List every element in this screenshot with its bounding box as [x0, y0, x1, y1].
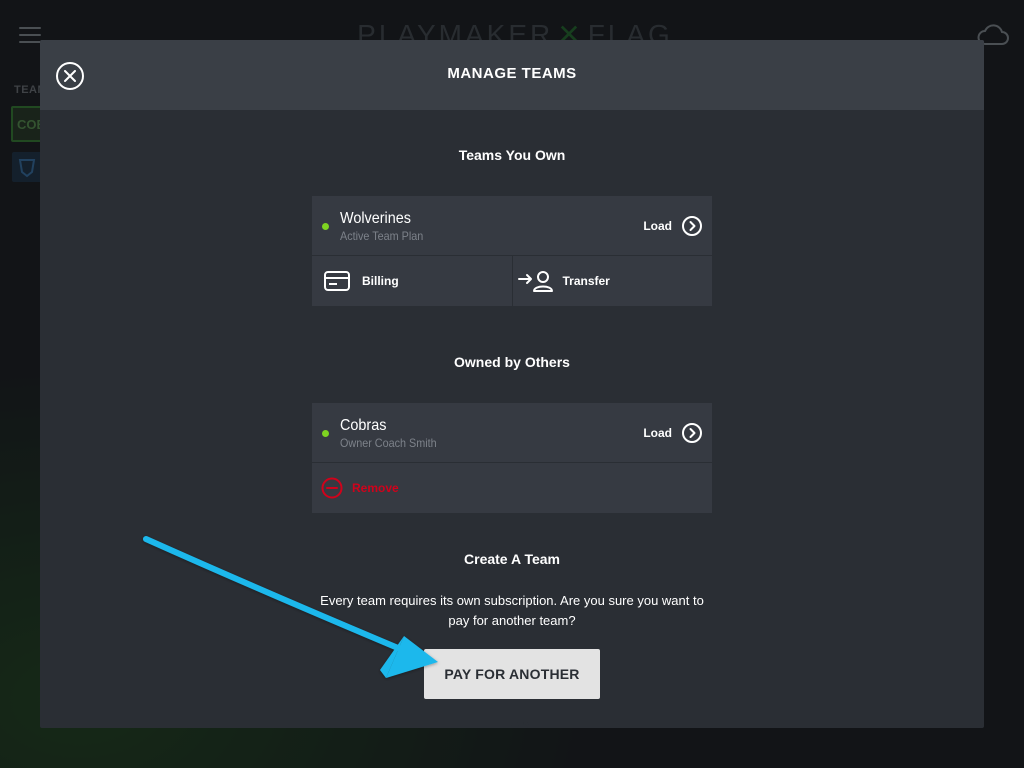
- transfer-label: Transfer: [562, 274, 610, 288]
- load-label: Load: [643, 219, 672, 233]
- owned-team-card: Wolverines Active Team Plan Load Billing: [312, 196, 712, 306]
- active-status-dot: [322, 223, 329, 230]
- chevron-right-circle-icon: [682, 216, 702, 236]
- load-team-button[interactable]: Load: [643, 214, 702, 238]
- billing-button[interactable]: Billing: [312, 256, 512, 306]
- create-section-title: Create A Team: [464, 551, 560, 567]
- load-label: Load: [643, 426, 672, 440]
- transfer-button[interactable]: Transfer: [511, 256, 713, 306]
- team-name: Wolverines: [340, 210, 411, 227]
- others-section-title: Owned by Others: [454, 354, 570, 370]
- owned-section-title: Teams You Own: [458, 147, 566, 163]
- other-team-actions: Remove: [312, 463, 712, 513]
- billing-label: Billing: [362, 274, 399, 288]
- active-status-dot: [322, 430, 329, 437]
- remove-label: Remove: [352, 481, 399, 495]
- transfer-user-icon: [517, 271, 553, 292]
- credit-card-icon: [324, 271, 350, 291]
- modal-title: MANAGE TEAMS: [447, 65, 577, 82]
- remove-button[interactable]: Remove: [312, 463, 712, 513]
- team-owner: Owner Coach Smith: [340, 436, 437, 450]
- chevron-right-circle-icon: [682, 423, 702, 443]
- team-plan-status: Active Team Plan: [340, 229, 424, 243]
- pay-for-another-team-button[interactable]: PAY FOR ANOTHER TEAM: [424, 649, 600, 728]
- other-team-row: Cobras Owner Coach Smith Load: [312, 403, 712, 463]
- load-team-button[interactable]: Load: [643, 421, 702, 445]
- modal-header: MANAGE TEAMS: [40, 40, 984, 110]
- owned-team-actions: Billing Transfer: [312, 256, 712, 306]
- other-team-card: Cobras Owner Coach Smith Load Remove: [312, 403, 712, 513]
- create-team-warning: Every team requires its own subscription…: [320, 593, 704, 628]
- remove-circle-icon: [321, 477, 343, 499]
- team-name: Cobras: [340, 417, 387, 434]
- manage-teams-modal: MANAGE TEAMS Teams You Own Wolverines Ac…: [40, 40, 984, 728]
- owned-team-row: Wolverines Active Team Plan Load: [312, 196, 712, 256]
